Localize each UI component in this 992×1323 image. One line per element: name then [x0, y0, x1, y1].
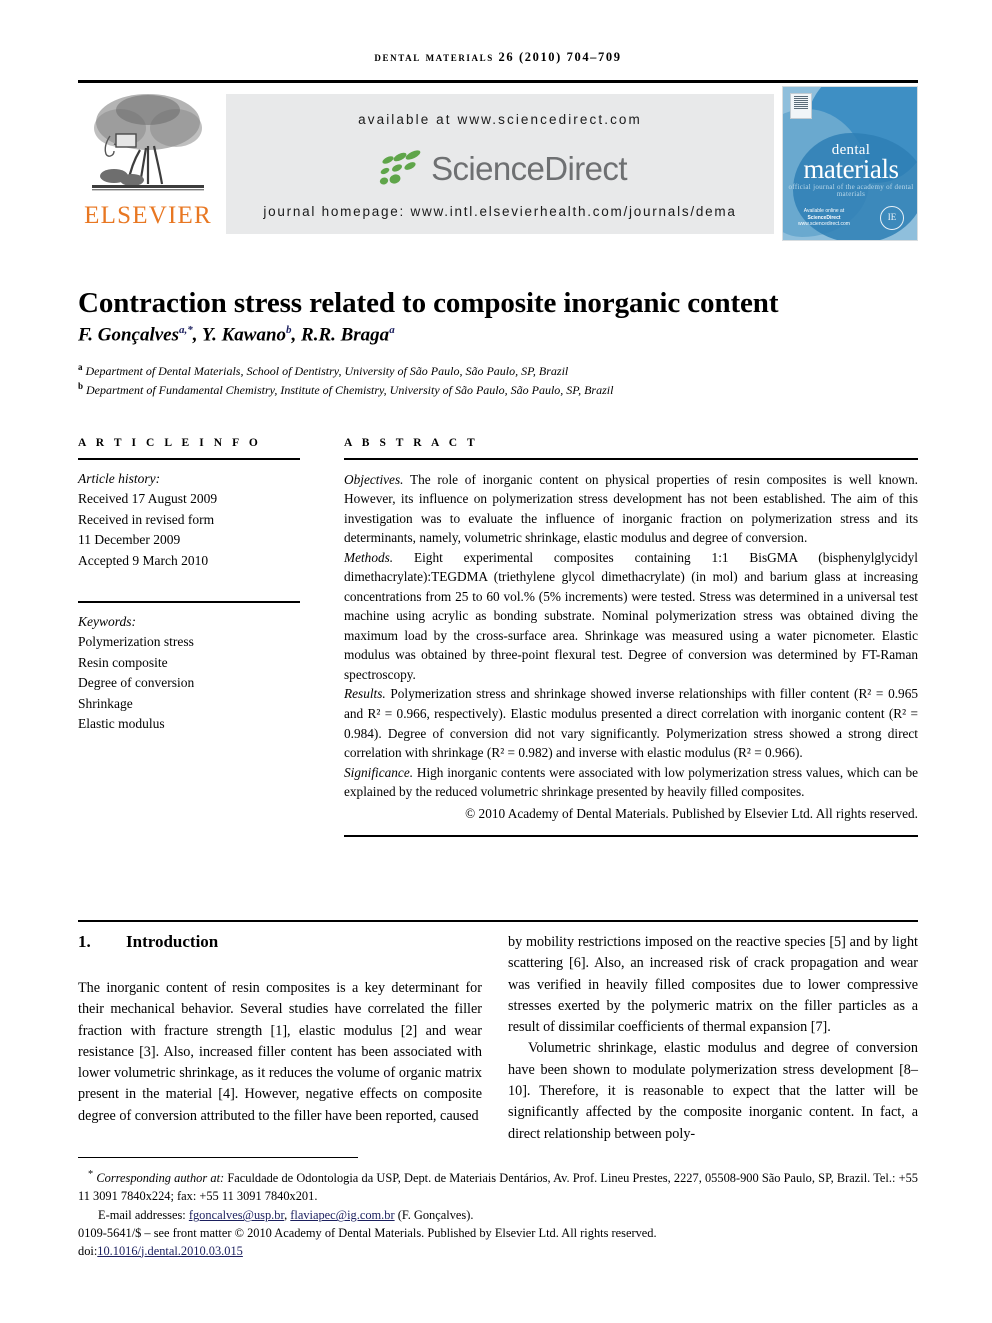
- sciencedirect-banner: available at www.sciencedirect.com Scien…: [226, 94, 774, 234]
- intro-paragraph-right-1: by mobility restrictions imposed on the …: [508, 934, 918, 1036]
- keyword-item: Polymerization stress: [78, 634, 194, 650]
- abstract-results: Results. Polymerization stress and shrin…: [344, 684, 918, 762]
- keyword-item: Shrinkage: [78, 695, 133, 711]
- affiliation-b: b Department of Fundamental Chemistry, I…: [78, 381, 918, 398]
- email-note: E-mail addresses: fgoncalves@usp.br, fla…: [98, 1208, 474, 1223]
- available-at-text: available at www.sciencedirect.com: [358, 112, 642, 127]
- affiliation-b-marker: b: [78, 381, 84, 391]
- body-top-rule: [78, 920, 918, 923]
- intro-paragraph-right-2: Volumetric shrinkage, elastic modulus an…: [508, 1040, 918, 1142]
- cover-artwork: dental materials official journal of the…: [783, 87, 917, 240]
- elsevier-wordmark: ELSEVIER: [84, 202, 212, 229]
- affiliation-a-text: Department of Dental Materials, School o…: [85, 364, 569, 378]
- abstract-objectives: Objectives. The role of inorganic conten…: [344, 470, 918, 548]
- cover-title-line3: official journal of the academy of denta…: [788, 183, 914, 198]
- abstract-results-label: Results.: [344, 686, 386, 702]
- affiliation-b-text: Department of Fundamental Chemistry, Ins…: [86, 383, 614, 397]
- email-label: E-mail addresses:: [98, 1208, 186, 1223]
- section-title: Introduction: [126, 932, 219, 951]
- cover-title: dental materials official journal of the…: [783, 143, 917, 198]
- sciencedirect-leaves-icon: [379, 150, 421, 185]
- article-history-item: Accepted 9 March 2010: [78, 552, 209, 568]
- journal-article-page: Dental materials 26 (2010) 704–709: [0, 0, 992, 1323]
- abstract-heading: A B S T R A C T: [344, 437, 479, 449]
- abstract-significance-label: Significance.: [344, 764, 414, 780]
- article-info-rule: [78, 458, 300, 460]
- doi-label: doi:: [78, 1243, 98, 1258]
- abstract-results-text: Polymerization stress and shrinkage show…: [344, 686, 918, 761]
- corresponding-marker: *: [88, 1169, 94, 1180]
- footnote-area: * Corresponding author at: Faculdade de …: [78, 1168, 918, 1260]
- front-matter-note: 0109-5641/$ – see front matter © 2010 Ac…: [78, 1225, 657, 1240]
- body-column-right: by mobility restrictions imposed on the …: [508, 932, 918, 1145]
- abstract-end-rule: [344, 835, 918, 837]
- abstract-significance-text: High inorganic contents were associated …: [344, 764, 918, 800]
- email-suffix: (F. Gonçalves).: [394, 1208, 474, 1223]
- abstract-methods-text: Eight experimental composites containing…: [344, 549, 918, 682]
- author-3: R.R. Braga: [301, 324, 390, 346]
- keyword-item: Resin composite: [78, 654, 168, 670]
- cover-badge-line2: ScienceDirect: [807, 214, 841, 221]
- keywords-block: Keywords: Polymerization stress Resin co…: [78, 612, 300, 735]
- author-2: Y. Kawano: [201, 324, 287, 346]
- abstract-column: A B S T R A C T Objectives. The role of …: [344, 437, 918, 837]
- journal-cover-thumbnail: dental materials official journal of the…: [782, 86, 918, 241]
- section-number: 1.: [78, 932, 91, 951]
- keyword-item: Elastic modulus: [78, 716, 165, 732]
- corresponding-author-note: * Corresponding author at: Faculdade de …: [78, 1168, 918, 1205]
- keywords-rule: [78, 601, 300, 603]
- section-heading-introduction: 1. Introduction: [78, 932, 482, 952]
- cover-sciencedirect-badge: Available online at ScienceDirect www.sc…: [798, 208, 850, 228]
- abstract-methods-label: Methods.: [344, 549, 394, 565]
- abstract-significance: Significance. High inorganic contents we…: [344, 763, 918, 802]
- abstract-body: Objectives. The role of inorganic conten…: [344, 470, 918, 824]
- cover-footer: Available online at ScienceDirect www.sc…: [783, 206, 917, 230]
- running-head: Dental materials 26 (2010) 704–709: [374, 50, 622, 64]
- email-link-2[interactable]: flaviapec@ig.com.br: [290, 1208, 394, 1222]
- sciencedirect-wordmark: ScienceDirect: [431, 150, 627, 187]
- journal-homepage-text: journal homepage: www.intl.elsevierhealt…: [263, 204, 737, 219]
- author-3-affiliation-marker: a: [389, 324, 395, 336]
- article-history-item: 11 December 2009: [78, 532, 181, 548]
- author-1: F. Gonçalves: [78, 324, 179, 346]
- masthead: ELSEVIER available at www.sciencedirect.…: [78, 86, 918, 241]
- cover-elsevier-icon: [790, 93, 812, 119]
- article-history-item: Received in revised form: [78, 511, 215, 527]
- intro-paragraph-left: The inorganic content of resin composite…: [78, 980, 482, 1124]
- article-info-column: A R T I C L E I N F O Article history: R…: [78, 437, 300, 735]
- elsevier-logo: ELSEVIER: [78, 86, 218, 241]
- cover-title-line2: materials: [803, 154, 899, 184]
- keywords-label: Keywords:: [78, 613, 136, 629]
- cover-society-seal: IE: [879, 206, 904, 230]
- email-link-1[interactable]: fgoncalves@usp.br: [189, 1208, 284, 1222]
- abstract-methods: Methods. Eight experimental composites c…: [344, 548, 918, 685]
- cover-badge-line3: www.sciencedirect.com: [798, 221, 850, 228]
- affiliation-a: a Department of Dental Materials, School…: [78, 362, 918, 379]
- author-list: F. Gonçalvesa,*, Y. Kawanob, R.R. Bragaa: [78, 324, 395, 346]
- cover-badge-line1: Available online at: [803, 207, 845, 214]
- corresponding-label: Corresponding author at:: [96, 1171, 225, 1186]
- affiliation-a-marker: a: [78, 362, 83, 372]
- article-history-label: Article history:: [78, 470, 161, 486]
- body-column-left: 1. Introduction The inorganic content of …: [78, 932, 482, 1127]
- doi-link[interactable]: 10.1016/j.dental.2010.03.015: [97, 1244, 243, 1258]
- article-history-item: Received 17 August 2009: [78, 491, 218, 507]
- abstract-rule: [344, 458, 918, 460]
- sciencedirect-logo: ScienceDirect: [226, 144, 774, 194]
- footnote-rule: [78, 1157, 358, 1159]
- elsevier-tree-icon: [92, 94, 204, 191]
- author-2-affiliation-marker: b: [286, 324, 292, 336]
- keyword-item: Degree of conversion: [78, 675, 195, 691]
- header-rule: [78, 80, 918, 83]
- abstract-objectives-label: Objectives.: [344, 471, 404, 487]
- abstract-objectives-text: The role of inorganic content on physica…: [344, 471, 918, 546]
- page-title: Contraction stress related to composite …: [78, 287, 779, 320]
- abstract-copyright: © 2010 Academy of Dental Materials. Publ…: [465, 805, 918, 821]
- doi-note: doi:10.1016/j.dental.2010.03.015: [78, 1243, 918, 1261]
- author-1-affiliation-marker: a,*: [178, 324, 193, 336]
- article-history: Article history: Received 17 August 2009…: [78, 469, 300, 572]
- article-info-heading: A R T I C L E I N F O: [78, 437, 262, 449]
